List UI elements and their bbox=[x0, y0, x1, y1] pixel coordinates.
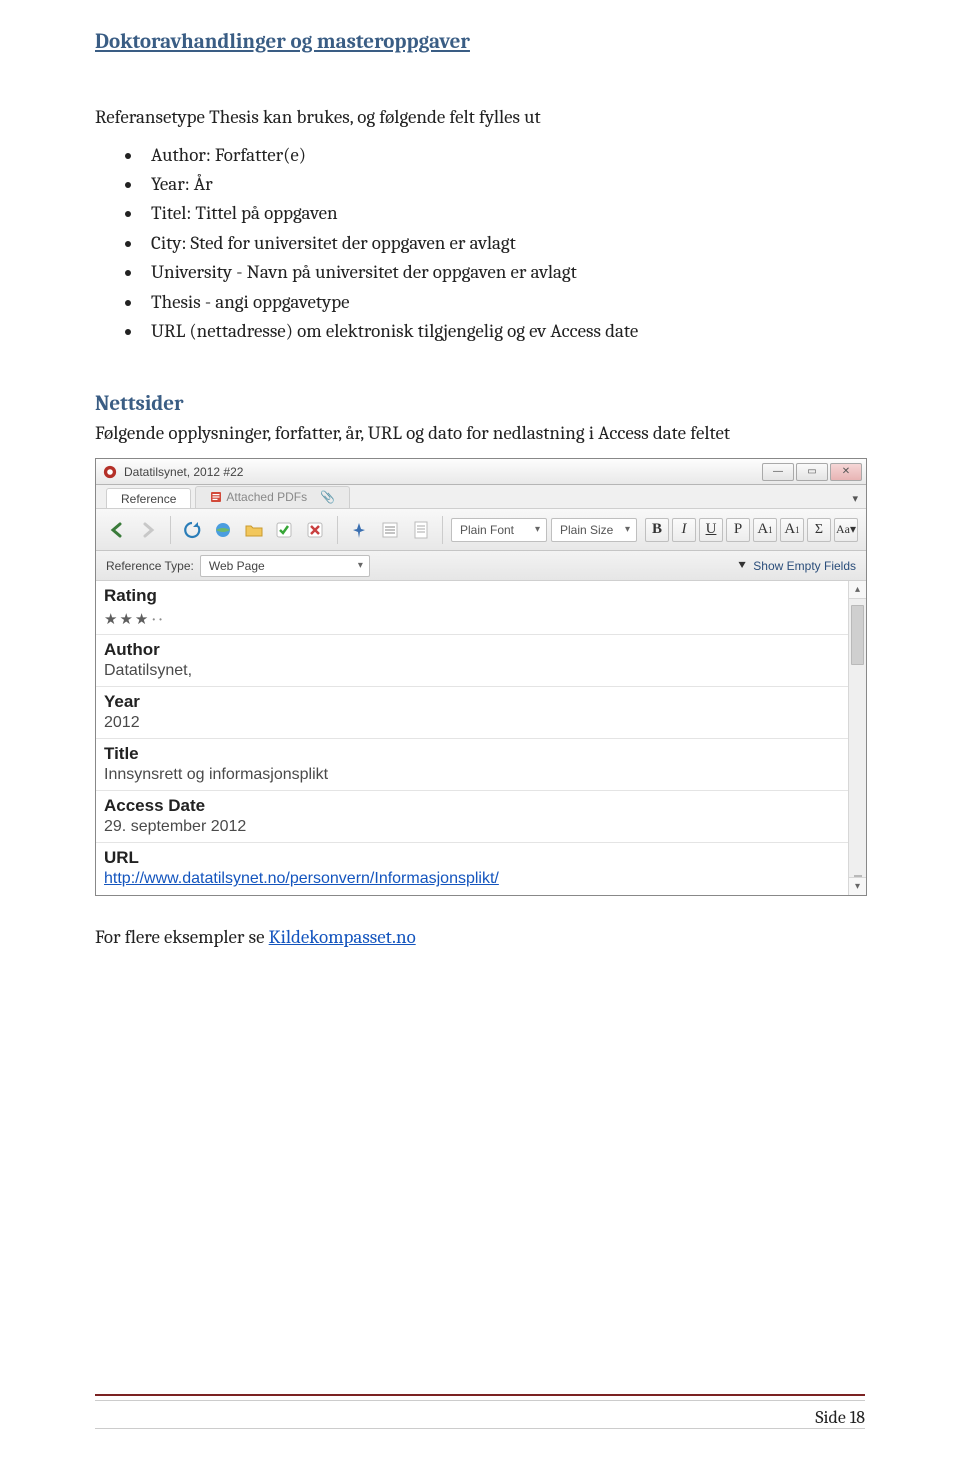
folder-icon[interactable] bbox=[240, 516, 267, 544]
scroll-thumb[interactable] bbox=[851, 605, 864, 665]
star-icon: ★ bbox=[119, 610, 132, 628]
reference-type-label: Reference Type: bbox=[106, 559, 194, 573]
show-empty-label: Show Empty Fields bbox=[753, 559, 856, 573]
show-empty-fields-toggle[interactable]: ⯆ Show Empty Fields bbox=[737, 558, 856, 574]
list-item: Year: År bbox=[143, 170, 865, 199]
reference-type-bar: Reference Type: Web Page ⯆ Show Empty Fi… bbox=[96, 551, 866, 581]
tab-attached-pdfs[interactable]: Attached PDFs 📎 bbox=[195, 486, 350, 508]
font-select[interactable]: Plain Font bbox=[451, 518, 547, 542]
kildekompasset-link[interactable]: Kildekompasset.no bbox=[269, 926, 416, 948]
field-label-access-date: Access Date bbox=[96, 791, 848, 816]
scroll-down-icon[interactable]: ▾ bbox=[849, 877, 866, 895]
symbol-button[interactable]: Σ bbox=[807, 518, 831, 542]
case-button[interactable]: Aa ▾ bbox=[834, 518, 858, 542]
rating-stars[interactable]: ★ ★ ★ • • bbox=[96, 606, 848, 632]
field-label-rating: Rating bbox=[96, 581, 848, 606]
tab-attached-label: Attached PDFs bbox=[226, 490, 307, 504]
scrollbar[interactable]: ▴ ▾ bbox=[848, 581, 866, 895]
intro-paragraph-2: Følgende opplysninger, forfatter, år, UR… bbox=[95, 420, 865, 447]
endnote-app-icon bbox=[102, 464, 118, 480]
back-button[interactable] bbox=[104, 516, 131, 544]
list-item: University - Navn på universitet der opp… bbox=[143, 258, 865, 287]
expand-icon: ⯆ bbox=[737, 558, 747, 574]
intro-paragraph-1: Referansetype Thesis kan brukes, og følg… bbox=[95, 104, 865, 131]
window-title: Datatilsynet, 2012 #22 bbox=[124, 465, 760, 479]
page-footer: Side 18 bbox=[95, 1394, 865, 1429]
underline-button[interactable]: U bbox=[699, 518, 723, 542]
star-empty-icon: • bbox=[152, 615, 155, 624]
star-icon: ★ bbox=[104, 610, 117, 628]
endnote-window: Datatilsynet, 2012 #22 — ▭ ✕ Reference A… bbox=[95, 458, 867, 896]
delete-icon[interactable] bbox=[302, 516, 329, 544]
list-item: URL (nettadresse) om elektronisk tilgjen… bbox=[143, 317, 865, 346]
field-label-title: Title bbox=[96, 739, 848, 764]
superscript-button[interactable]: A1 bbox=[753, 518, 777, 542]
field-value-url[interactable]: http://www.datatilsynet.no/personvern/In… bbox=[96, 868, 848, 892]
minimize-button[interactable]: — bbox=[762, 463, 794, 481]
field-value-year[interactable]: 2012 bbox=[96, 712, 848, 736]
italic-button[interactable]: I bbox=[672, 518, 696, 542]
refresh-icon[interactable] bbox=[179, 516, 206, 544]
pdf-icon bbox=[210, 491, 222, 506]
url-link[interactable]: http://www.datatilsynet.no/personvern/In… bbox=[104, 870, 499, 887]
pin-icon[interactable] bbox=[346, 516, 373, 544]
attachment-clip-icon: 📎 bbox=[320, 490, 335, 504]
tab-reference[interactable]: Reference bbox=[106, 488, 191, 508]
font-size-select[interactable]: Plain Size bbox=[551, 518, 637, 542]
tab-overflow-chevron-icon[interactable]: ▾ bbox=[852, 492, 858, 508]
footer-paragraph: For flere eksempler se Kildekompasset.no bbox=[95, 924, 865, 951]
bullet-list: Author: Forfatter(e) Year: År Titel: Tit… bbox=[143, 141, 865, 347]
section-heading-2: Nettsider bbox=[95, 392, 865, 416]
close-button[interactable]: ✕ bbox=[830, 463, 862, 481]
list-item: City: Sted for universitet der oppgaven … bbox=[143, 229, 865, 258]
plain-button[interactable]: P bbox=[726, 518, 750, 542]
titlebar[interactable]: Datatilsynet, 2012 #22 — ▭ ✕ bbox=[96, 459, 866, 485]
subscript-button[interactable]: A1 bbox=[780, 518, 804, 542]
check-icon[interactable] bbox=[271, 516, 298, 544]
list-item: Author: Forfatter(e) bbox=[143, 141, 865, 170]
globe-icon[interactable] bbox=[209, 516, 236, 544]
page-number: Side 18 bbox=[95, 1400, 865, 1428]
tab-bar: Reference Attached PDFs 📎 ▾ bbox=[96, 485, 866, 509]
list-item: Thesis - angi oppgavetype bbox=[143, 288, 865, 317]
forward-button[interactable] bbox=[135, 516, 162, 544]
bold-button[interactable]: B bbox=[645, 518, 669, 542]
toolbar: Plain Font Plain Size B I U P A1 A1 Σ Aa… bbox=[96, 509, 866, 551]
field-value-title[interactable]: Innsynsrett og informasjonsplikt bbox=[96, 764, 848, 788]
field-value-author[interactable]: Datatilsynet, bbox=[96, 660, 848, 684]
list-item: Titel: Tittel på oppgaven bbox=[143, 199, 865, 228]
star-empty-icon: • bbox=[159, 615, 162, 624]
field-label-year: Year bbox=[96, 687, 848, 712]
maximize-button[interactable]: ▭ bbox=[796, 463, 828, 481]
scroll-up-icon[interactable]: ▴ bbox=[849, 581, 866, 599]
footer-text-prefix: For flere eksempler se bbox=[95, 926, 269, 948]
field-value-access-date[interactable]: 29. september 2012 bbox=[96, 816, 848, 840]
field-label-author: Author bbox=[96, 635, 848, 660]
reference-type-select[interactable]: Web Page bbox=[200, 555, 370, 577]
list-icon[interactable] bbox=[376, 516, 403, 544]
section-heading-1: Doktoravhandlinger og masteroppgaver bbox=[95, 30, 865, 54]
field-label-url: URL bbox=[96, 843, 848, 868]
star-icon: ★ bbox=[135, 610, 148, 628]
document-icon[interactable] bbox=[407, 516, 434, 544]
